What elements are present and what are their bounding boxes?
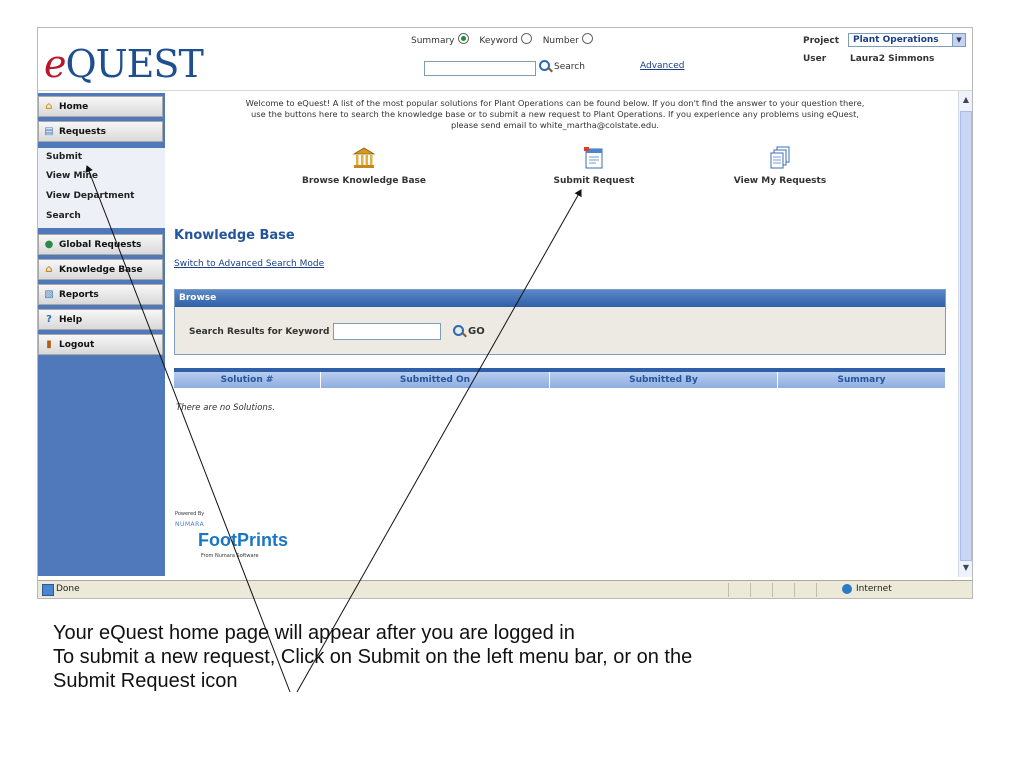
empty-results-message: There are no Solutions. xyxy=(176,403,275,413)
top-search-button[interactable]: Search xyxy=(539,60,585,72)
security-zone: Internet xyxy=(856,584,892,594)
view-my-requests-button[interactable]: View My Requests xyxy=(725,146,835,186)
footprints-logo: FootPrints xyxy=(198,530,288,550)
search-icon xyxy=(453,325,464,336)
help-icon: ? xyxy=(46,314,52,325)
column-header[interactable]: Solution # xyxy=(174,372,321,388)
sidebar-item-home[interactable]: ⌂ Home xyxy=(38,96,163,117)
caption-line: Your eQuest home page will appear after … xyxy=(53,622,575,644)
status-divider xyxy=(772,583,773,597)
main-content: Welcome to eQuest! A list of the most po… xyxy=(165,91,958,577)
powered-by-label: Powered By xyxy=(175,511,205,517)
status-divider xyxy=(728,583,729,597)
status-divider xyxy=(794,583,795,597)
radio-keyword-label: Keyword xyxy=(479,36,518,46)
radio-number[interactable] xyxy=(581,33,593,44)
top-search-input[interactable] xyxy=(424,61,536,76)
column-header[interactable]: Submitted On xyxy=(321,372,550,388)
status-bar: Done Internet xyxy=(38,580,972,598)
sidebar-item-help[interactable]: ? Help xyxy=(38,309,163,330)
results-table-header: Solution # Submitted On Submitted By Sum… xyxy=(174,372,945,388)
requests-submenu: Submit View Mine View Department Search xyxy=(38,148,165,228)
caption-line: To submit a new request, Click on Submit… xyxy=(53,646,693,668)
documents-icon xyxy=(770,146,790,169)
keyword-input[interactable] xyxy=(333,323,441,340)
door-exit-icon: ▮ xyxy=(46,339,52,350)
equest-logo[interactable]: eQUEST xyxy=(44,42,204,86)
new-document-icon xyxy=(584,147,603,169)
instruction-caption: Your eQuest home page will appear after … xyxy=(53,621,692,693)
status-divider xyxy=(750,583,751,597)
sidebar-item-reports[interactable]: ▧ Reports xyxy=(38,284,163,305)
from-numara-label: From Numara Software xyxy=(201,553,259,559)
app-header: eQUEST Summary Keyword Number Search Adv… xyxy=(38,28,972,91)
globe-icon xyxy=(842,584,852,594)
welcome-text: Welcome to eQuest! A list of the most po… xyxy=(245,98,865,130)
go-button[interactable]: GO xyxy=(453,325,485,337)
keyword-label: Search Results for Keyword xyxy=(189,327,330,337)
sidebar-item-knowledge-base[interactable]: ⌂ Knowledge Base xyxy=(38,259,163,280)
advanced-search-mode-link[interactable]: Switch to Advanced Search Mode xyxy=(174,259,324,269)
search-mode-radios: Summary Keyword Number xyxy=(411,33,601,46)
search-icon xyxy=(539,60,550,71)
knowledge-base-title: Knowledge Base xyxy=(174,228,295,243)
radio-summary-label: Summary xyxy=(411,36,455,46)
globe-icon: ● xyxy=(44,239,54,250)
project-select[interactable]: Plant Operations ▼ xyxy=(848,33,966,47)
document-icon: ▤ xyxy=(44,126,54,137)
status-divider xyxy=(816,583,817,597)
page-icon xyxy=(42,584,54,596)
sidebar-item-requests[interactable]: ▤ Requests xyxy=(38,121,163,142)
radio-summary[interactable] xyxy=(457,33,469,44)
sidebar-item-global-requests[interactable]: ● Global Requests xyxy=(38,234,163,255)
column-header[interactable]: Submitted By xyxy=(550,372,778,388)
chevron-down-icon[interactable]: ▼ xyxy=(952,34,965,46)
sidebar-sub-view-department[interactable]: View Department xyxy=(46,191,134,201)
submit-request-button[interactable]: Submit Request xyxy=(539,146,649,186)
column-header[interactable]: Summary xyxy=(778,372,945,388)
browse-knowledge-base-button[interactable]: Browse Knowledge Base xyxy=(299,146,429,186)
radio-keyword[interactable] xyxy=(520,33,532,44)
sidebar: ⌂ Home ▤ Requests Submit View Mine View … xyxy=(38,93,165,576)
sidebar-item-logout[interactable]: ▮ Logout xyxy=(38,334,163,355)
report-icon: ▧ xyxy=(44,289,54,300)
user-label: User xyxy=(803,54,827,64)
advanced-search-link[interactable]: Advanced xyxy=(640,61,684,71)
browse-panel: Browse Search Results for Keyword GO xyxy=(174,289,946,355)
scroll-up-icon[interactable]: ▲ xyxy=(961,95,971,105)
user-name: Laura2 Simmons xyxy=(850,54,935,64)
browser-window: eQUEST Summary Keyword Number Search Adv… xyxy=(37,27,973,599)
radio-number-label: Number xyxy=(542,36,579,46)
sidebar-sub-submit[interactable]: Submit xyxy=(46,152,82,162)
status-text: Done xyxy=(56,584,80,594)
results-table: Solution # Submitted On Submitted By Sum… xyxy=(174,368,945,388)
sidebar-sub-search[interactable]: Search xyxy=(46,211,81,221)
caption-line: Submit Request icon xyxy=(53,670,238,692)
project-label: Project xyxy=(803,36,840,46)
scroll-down-icon[interactable]: ▼ xyxy=(961,563,971,573)
building-icon xyxy=(352,147,376,168)
vertical-scrollbar[interactable]: ▲ ▼ xyxy=(958,91,972,577)
scrollbar-thumb[interactable] xyxy=(960,111,972,561)
sidebar-sub-view-mine[interactable]: View Mine xyxy=(46,171,98,181)
browse-header: Browse xyxy=(175,290,945,307)
home-icon: ⌂ xyxy=(45,101,53,112)
numara-logo-text: NUMARA xyxy=(175,521,205,528)
building-icon: ⌂ xyxy=(45,264,53,275)
